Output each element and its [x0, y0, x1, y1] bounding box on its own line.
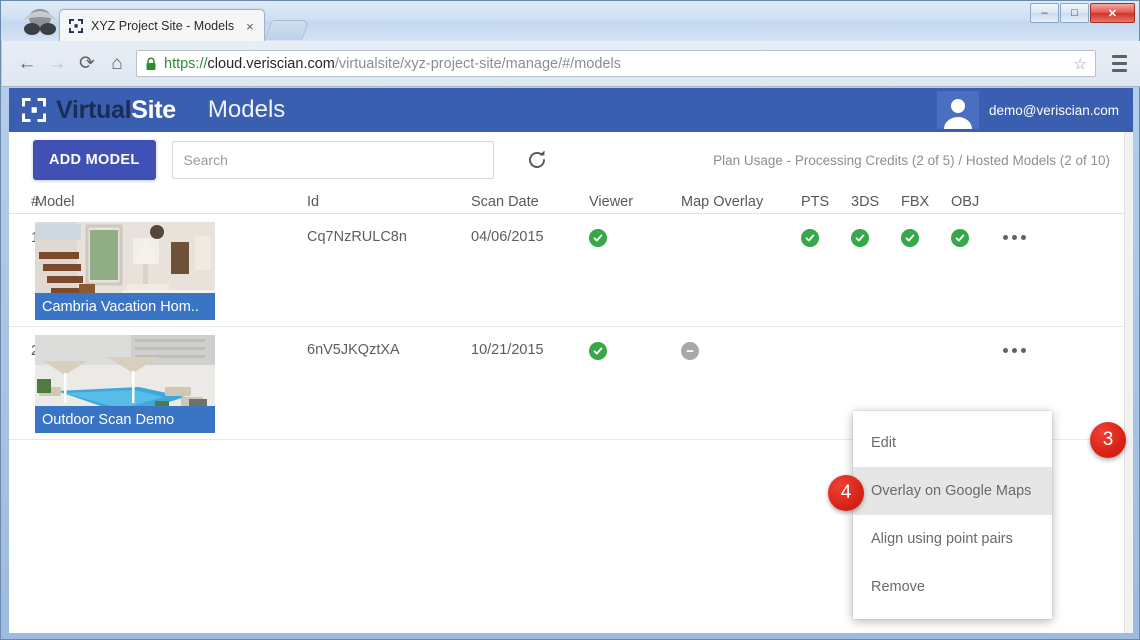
models-table: # Model Id Scan Date Viewer Map Overlay …	[9, 188, 1124, 440]
search-input[interactable]	[171, 141, 494, 179]
reload-button[interactable]: ⟳	[72, 49, 102, 79]
row-context-menu: Edit Overlay on Google Maps Align using …	[853, 411, 1052, 619]
refresh-icon[interactable]	[522, 145, 552, 175]
model-id: 6nV5JKQztXA	[307, 342, 400, 358]
column-header-scan-date: Scan Date	[471, 194, 539, 210]
row-number: 1	[9, 214, 39, 246]
column-header-fbx: FBX	[901, 194, 930, 210]
page-title: Models	[207, 96, 286, 123]
browser-toolbar: ← → ⟳ ⌂ https://cloud.veriscian.com/virt…	[2, 41, 1140, 87]
tab-strip: XYZ Project Site - Models ×	[59, 9, 310, 41]
virtualsite-favicon	[68, 18, 84, 34]
model-thumbnail[interactable]: Outdoor Scan Demo	[35, 335, 215, 433]
step-badge-4: 4	[828, 475, 864, 511]
column-header-id: Id	[307, 194, 320, 210]
pts-status	[801, 214, 851, 248]
obj-status	[951, 214, 1001, 248]
url-text: https://cloud.veriscian.com/virtualsite/…	[164, 56, 621, 72]
table-header-row: # Model Id Scan Date Viewer Map Overlay …	[9, 188, 1124, 214]
brand-text: VirtualSite	[56, 96, 176, 125]
model-cell[interactable]: Cambria Vacation Hom..	[35, 214, 307, 320]
viewer-status	[589, 327, 681, 361]
3ds-status	[851, 327, 901, 342]
row-actions	[1001, 327, 1091, 357]
brand-text-second: Site	[131, 95, 176, 124]
map-overlay-status	[681, 327, 801, 361]
minus-circle-icon	[681, 342, 699, 360]
page-scrollbar[interactable]	[1124, 88, 1133, 633]
check-icon	[801, 229, 819, 247]
window-minimize-button[interactable]: –	[1030, 3, 1059, 23]
row-actions	[1001, 214, 1091, 244]
window-controls: – □ ✕	[1030, 3, 1135, 23]
account-email: demo@veriscian.com	[989, 102, 1119, 118]
model-thumbnail[interactable]: Cambria Vacation Hom..	[35, 222, 215, 320]
home-button[interactable]: ⌂	[102, 49, 132, 79]
ellipsis-icon[interactable]	[1001, 231, 1028, 244]
incognito-icon	[19, 7, 61, 37]
tab-title: XYZ Project Site - Models	[91, 19, 235, 33]
menu-item-edit[interactable]: Edit	[853, 419, 1052, 467]
column-header-num: #	[31, 194, 40, 210]
pts-status	[801, 327, 851, 342]
check-icon	[589, 229, 607, 247]
window-maximize-button[interactable]: □	[1060, 3, 1089, 23]
bookmark-star-icon[interactable]: ☆	[1066, 55, 1087, 73]
check-icon	[851, 229, 869, 247]
tab-close-icon[interactable]: ×	[246, 20, 254, 33]
menu-item-overlay-on-google-maps[interactable]: Overlay on Google Maps	[853, 467, 1052, 515]
check-icon	[589, 342, 607, 360]
browser-menu-icon[interactable]	[1104, 49, 1134, 79]
brand-text-first: Virtual	[56, 95, 132, 124]
window-close-button[interactable]: ✕	[1090, 3, 1135, 23]
models-toolbar: ADD MODEL Plan Usage - Processing Credit…	[9, 132, 1124, 188]
add-model-button[interactable]: ADD MODEL	[33, 140, 156, 180]
fbx-status	[901, 327, 951, 342]
address-bar[interactable]: https://cloud.veriscian.com/virtualsite/…	[136, 50, 1096, 77]
avatar	[937, 91, 979, 129]
app-header: VirtualSite Models demo@veriscian.com	[9, 88, 1133, 132]
url-scheme: https://	[164, 55, 208, 72]
scan-date: 04/06/2015	[471, 229, 544, 245]
forward-button[interactable]: →	[42, 49, 72, 79]
new-tab-button[interactable]	[263, 20, 310, 40]
virtualsite-logo-icon	[21, 97, 47, 123]
column-header-model: Model	[35, 194, 75, 210]
obj-status	[951, 327, 1001, 342]
menu-item-remove[interactable]: Remove	[853, 563, 1052, 611]
row-number: 2	[9, 327, 39, 359]
model-id: Cq7NzRULC8n	[307, 229, 407, 245]
check-icon	[901, 229, 919, 247]
browser-window: XYZ Project Site - Models × – □ ✕ ← → ⟳ …	[0, 0, 1140, 640]
column-header-pts: PTS	[801, 194, 830, 210]
step-badge-3: 3	[1090, 422, 1126, 458]
back-button[interactable]: ←	[12, 49, 42, 79]
url-path: /virtualsite/xyz-project-site/manage/#/m…	[334, 55, 621, 72]
fbx-status	[901, 214, 951, 248]
browser-tab[interactable]: XYZ Project Site - Models ×	[59, 9, 265, 41]
menu-item-align-using-point-pairs[interactable]: Align using point pairs	[853, 515, 1052, 563]
column-header-map-overlay: Map Overlay	[681, 194, 764, 210]
map-overlay-status	[681, 214, 801, 229]
table-row[interactable]: 1	[9, 214, 1124, 327]
plan-usage-text: Plan Usage - Processing Credits (2 of 5)…	[713, 152, 1110, 168]
model-name-caption: Cambria Vacation Hom..	[35, 293, 215, 320]
scan-date: 10/21/2015	[471, 342, 544, 358]
column-header-viewer: Viewer	[589, 194, 634, 210]
ellipsis-icon[interactable]	[1001, 344, 1028, 357]
url-host: cloud.veriscian.com	[207, 55, 335, 72]
model-cell[interactable]: Outdoor Scan Demo	[35, 327, 307, 433]
browser-title-bar: XYZ Project Site - Models × – □ ✕	[1, 1, 1139, 41]
brand-logo[interactable]: VirtualSite	[21, 96, 176, 125]
lock-icon	[145, 57, 157, 71]
account-area[interactable]: demo@veriscian.com	[937, 91, 1123, 129]
check-icon	[951, 229, 969, 247]
3ds-status	[851, 214, 901, 248]
viewer-status	[589, 214, 681, 248]
column-header-obj: OBJ	[951, 194, 980, 210]
model-name-caption: Outdoor Scan Demo	[35, 406, 215, 433]
page-viewport: VirtualSite Models demo@veriscian.com AD…	[9, 88, 1133, 633]
column-header-3ds: 3DS	[851, 194, 880, 210]
